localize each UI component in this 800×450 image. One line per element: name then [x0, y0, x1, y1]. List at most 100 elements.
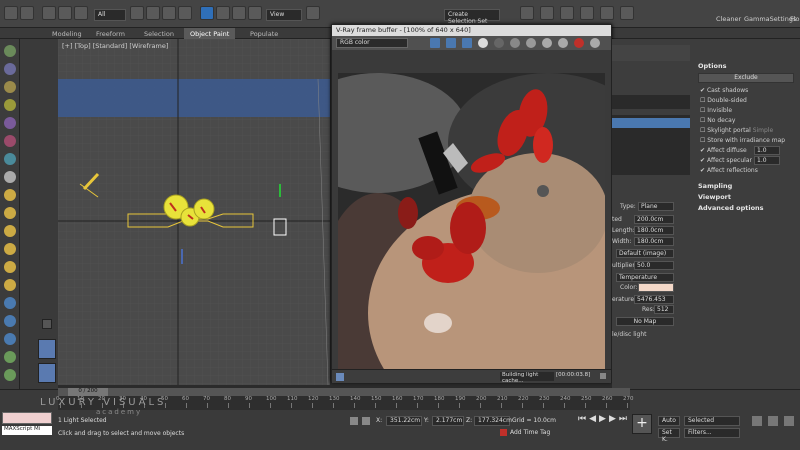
affect-specular-value[interactable]: 1.0: [754, 156, 780, 165]
store-irradiance-checkbox[interactable]: ☐ Store with irradiance map: [700, 137, 785, 144]
filters-button[interactable]: Filters...: [684, 428, 740, 438]
select-object-icon[interactable]: [130, 6, 144, 20]
system-icon[interactable]: [4, 171, 16, 183]
zoom-icon[interactable]: [752, 416, 762, 426]
width-value[interactable]: 180.0cm: [634, 237, 674, 246]
tab-flo[interactable]: Flo: [790, 15, 800, 23]
save-image-icon[interactable]: [510, 38, 520, 48]
key-filter-dropdown[interactable]: Selected: [684, 416, 740, 426]
tool-icon-2[interactable]: [4, 315, 16, 327]
alpha-icon[interactable]: [478, 38, 488, 48]
multiplier-value[interactable]: 50.0: [634, 261, 674, 270]
time-slider-thumb[interactable]: 0 / 200: [68, 388, 108, 396]
window-crossing-icon[interactable]: [178, 6, 192, 20]
affect-diffuse-checkbox[interactable]: ✔ Affect diffuse: [700, 147, 747, 154]
y-coordinate[interactable]: 2.177cm: [432, 416, 464, 426]
maxscript-listener-top[interactable]: [2, 412, 52, 424]
green-channel-icon[interactable]: [446, 38, 456, 48]
advanced-options-rollout[interactable]: Advanced options: [698, 204, 764, 214]
spacewarp-icon[interactable]: [4, 153, 16, 165]
move-icon[interactable]: [200, 6, 214, 20]
viewport-top[interactable]: [58, 39, 330, 385]
render-frame-icon[interactable]: [620, 6, 634, 20]
teapot-icon[interactable]: [4, 261, 16, 273]
tab-cleaner[interactable]: Cleaner: [716, 15, 741, 23]
scale-icon[interactable]: [232, 6, 246, 20]
tool-icon-4[interactable]: [4, 351, 16, 363]
maxscript-mini-listener[interactable]: MAXScript Mi: [2, 426, 52, 435]
camera-icon[interactable]: [4, 117, 16, 129]
hierarchy-icon[interactable]: [4, 81, 16, 93]
double-sided-checkbox[interactable]: ☐ Double-sided: [700, 97, 747, 104]
vray-frame-buffer-window[interactable]: V-Ray frame buffer - [100% of 640 x 640]…: [331, 24, 612, 384]
unlink-icon[interactable]: [58, 6, 72, 20]
load-image-icon[interactable]: [526, 38, 536, 48]
mode-dropdown[interactable]: Temperature: [616, 273, 674, 282]
pan-icon[interactable]: [768, 416, 778, 426]
res-value[interactable]: 512: [654, 305, 674, 314]
blue-channel-icon[interactable]: [462, 38, 472, 48]
mono-icon[interactable]: [494, 38, 504, 48]
chicken-sphere[interactable]: [193, 198, 215, 220]
affect-diffuse-value[interactable]: 1.0: [754, 146, 780, 155]
no-decay-checkbox[interactable]: ☐ No decay: [700, 117, 735, 124]
set-key-button[interactable]: Set K.: [658, 428, 680, 443]
clear-image-icon[interactable]: [542, 38, 552, 48]
cylinder-icon[interactable]: [4, 225, 16, 237]
tool-icon-3[interactable]: [4, 333, 16, 345]
channel-select[interactable]: RGB color: [336, 38, 408, 48]
place-icon[interactable]: [248, 6, 262, 20]
rotate-icon[interactable]: [216, 6, 230, 20]
tool-icon-1[interactable]: [4, 297, 16, 309]
redo-icon[interactable]: [20, 6, 34, 20]
time-tag-icon[interactable]: [500, 429, 507, 436]
curve-editor-icon[interactable]: [520, 6, 534, 20]
link-icon[interactable]: [42, 6, 56, 20]
torus-icon[interactable]: [4, 243, 16, 255]
expand-icon[interactable]: [600, 373, 606, 379]
skylight-portal-checkbox[interactable]: ☐ Skylight portal Simple: [700, 127, 773, 134]
tab-modeling[interactable]: Modeling: [46, 28, 88, 39]
create-selection-set-dropdown[interactable]: Create Selection Set: [444, 9, 500, 25]
viewport-label[interactable]: [+] [Top] [Standard] [Wireframe]: [62, 42, 168, 50]
selection-filter-dropdown[interactable]: All: [94, 9, 126, 21]
red-channel-icon[interactable]: [430, 38, 440, 48]
stop-render-icon[interactable]: [574, 38, 584, 48]
cone-icon[interactable]: [4, 279, 16, 291]
modify-icon[interactable]: [4, 63, 16, 75]
light-icon[interactable]: [4, 99, 16, 111]
z-coordinate[interactable]: 177.324cm: [474, 416, 512, 426]
schematic-view-icon[interactable]: [540, 6, 554, 20]
name-field-partial[interactable]: [612, 95, 690, 109]
bind-spacewarp-icon[interactable]: [74, 6, 88, 20]
helper-icon[interactable]: [4, 135, 16, 147]
orbit-icon[interactable]: [784, 416, 794, 426]
playback-controls[interactable]: ⏮◀▶▶⏭: [578, 414, 630, 424]
reference-coord-dropdown[interactable]: View: [266, 9, 302, 21]
viewport-layout-icon-2[interactable]: [38, 363, 56, 383]
no-map-button[interactable]: No Map: [616, 317, 674, 326]
cast-shadows-checkbox[interactable]: ✔ Cast shadows: [700, 87, 748, 94]
tab-object-paint[interactable]: Object Paint: [184, 28, 236, 39]
add-time-tag[interactable]: Add Time Tag: [510, 429, 550, 436]
auto-key-button[interactable]: Auto: [658, 416, 680, 426]
select-by-name-icon[interactable]: [146, 6, 160, 20]
tab-gammasettings[interactable]: GammaSettings: [744, 15, 796, 23]
type-dropdown[interactable]: Plane: [638, 202, 674, 211]
rect-selection-icon[interactable]: [162, 6, 176, 20]
color-swatch[interactable]: [638, 283, 674, 292]
box-icon[interactable]: [4, 189, 16, 201]
affect-reflections-checkbox[interactable]: ✔ Affect reflections: [700, 167, 758, 174]
pivot-icon[interactable]: [306, 6, 320, 20]
create-icon[interactable]: [4, 45, 16, 57]
render-icon-vfb[interactable]: [590, 38, 600, 48]
absolute-mode-icon[interactable]: [362, 417, 370, 425]
sphere-icon[interactable]: [4, 207, 16, 219]
viewport-layout-icon[interactable]: [38, 339, 56, 359]
material-editor-icon[interactable]: [560, 6, 574, 20]
render-icon[interactable]: [600, 6, 614, 20]
viewport-rollout[interactable]: Viewport: [698, 193, 731, 203]
affect-specular-checkbox[interactable]: ✔ Affect specular: [700, 157, 752, 164]
render-setup-icon[interactable]: [580, 6, 594, 20]
temperature-value[interactable]: 5476.453: [634, 295, 674, 304]
